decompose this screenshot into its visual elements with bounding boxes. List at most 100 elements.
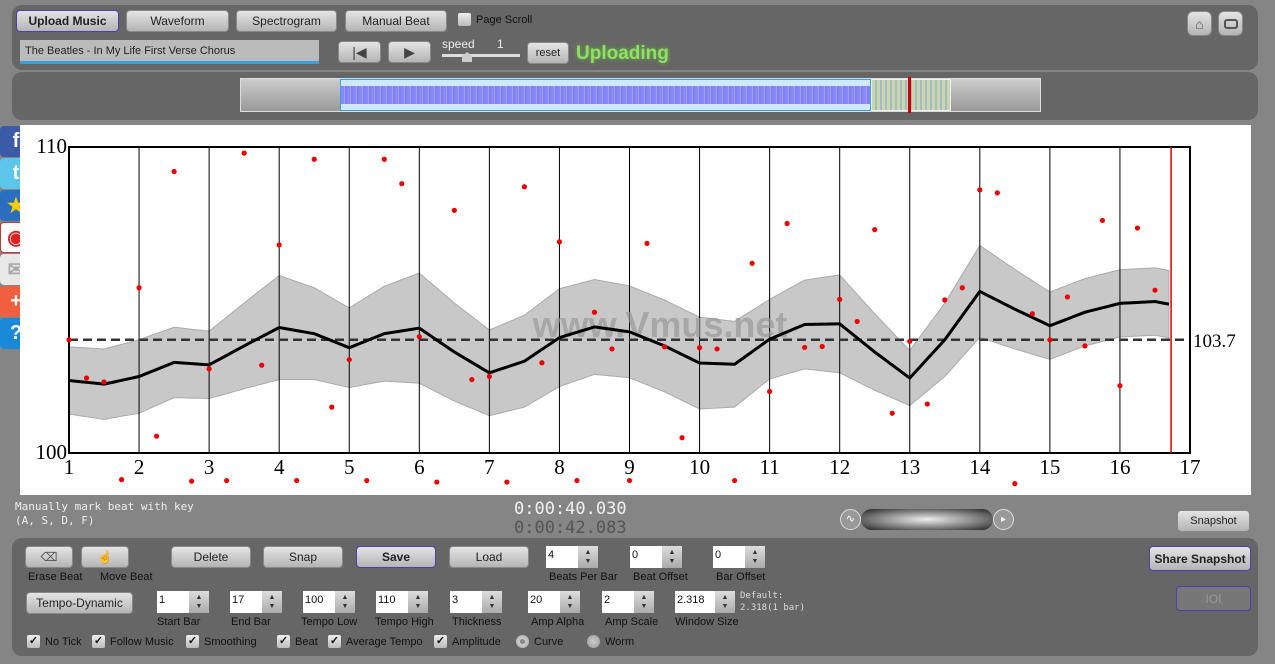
amp-scale-value[interactable]: 2 [602,591,634,613]
beat-point [259,362,265,368]
checkbox-box[interactable] [458,13,471,26]
radio-selected-icon[interactable] [516,635,529,648]
volume-slider[interactable] [861,509,993,530]
thickness-value[interactable]: 3 [450,591,482,613]
amp-scale-stepper[interactable]: 2 ▲ ▼ [602,591,654,613]
ioi-button[interactable]: IOI [1176,586,1251,611]
stepper-arrows-icon[interactable]: ▲ ▼ [560,591,580,613]
no-tick-checkbox[interactable]: ✓ No Tick [27,635,82,648]
curve-radio[interactable]: Curve [516,635,563,648]
tempo-low-stepper[interactable]: 100 ▲ ▼ [303,591,355,613]
x-tick-label: 17 [1180,455,1201,479]
overview-playhead[interactable] [908,77,911,113]
stepper-arrows-icon[interactable]: ▲ ▼ [262,591,282,613]
hint-line-1: Manually mark beat with key [15,500,194,513]
x-tick-label: 9 [624,455,635,479]
amp-alpha-stepper[interactable]: 20 ▲ ▼ [528,591,580,613]
waveform-icon[interactable]: ▸ [993,509,1014,530]
window-size-value[interactable]: 2.318 [675,591,715,613]
move-beat-button[interactable]: ☝ [81,546,129,568]
check-icon[interactable]: ✓ [92,635,105,648]
erase-beat-button[interactable]: ⌫ [25,546,73,568]
worm-radio[interactable]: Worm [587,635,634,648]
snap-button[interactable]: Snap [263,546,343,568]
check-icon[interactable]: ✓ [434,635,447,648]
save-button[interactable]: Save [356,546,436,568]
check-icon[interactable]: ✓ [27,635,40,648]
beat-point [1152,287,1158,293]
tempo-high-stepper[interactable]: 110 ▲ ▼ [376,591,428,613]
stepper-arrows-icon[interactable]: ▲ ▼ [408,591,428,613]
stepper-arrows-icon[interactable]: ▲ ▼ [482,591,502,613]
beat-point [872,227,878,233]
tempo-high-value[interactable]: 110 [376,591,408,613]
average-tempo-checkbox[interactable]: ✓ Average Tempo [328,635,423,648]
delete-button[interactable]: Delete [171,546,251,568]
overview-track[interactable] [240,77,1041,113]
default-window-value: 2.318(1 bar) [740,603,806,613]
window-size-stepper[interactable]: 2.318 ▲ ▼ [675,591,735,613]
amplitude-checkbox[interactable]: ✓ Amplitude [434,635,501,648]
smoothing-checkbox[interactable]: ✓ Smoothing [186,635,257,648]
beat-checkbox[interactable]: ✓ Beat [277,635,318,648]
beat-point [206,366,212,372]
curve-label: Curve [534,635,564,648]
waveform-button[interactable]: Waveform [126,10,229,32]
tempo-chart[interactable]: www.Vmus.net 103.71 2 3 4 5 6 7 8 9 10 11 12 13 14 15 16… [20,125,1251,495]
check-icon[interactable]: ✓ [328,635,341,648]
end-bar-value[interactable]: 17 [230,591,262,613]
stepper-arrows-icon[interactable]: ▲ ▼ [715,591,735,613]
fullscreen-button[interactable] [1218,11,1243,36]
beat-offset-stepper[interactable]: 0 ▲ ▼ [630,546,682,568]
load-button[interactable]: Load [449,546,529,568]
upload-music-button[interactable]: Upload Music [16,10,119,32]
check-icon[interactable]: ✓ [186,635,199,648]
y-tick-label: 100 [36,440,68,464]
stepper-arrows-icon[interactable]: ▲ ▼ [662,546,682,568]
stepper-arrows-icon[interactable]: ▲ ▼ [578,546,598,568]
spectrogram-button[interactable]: Spectrogram [236,10,337,32]
x-tick-label: 11 [760,455,780,479]
rewind-button[interactable]: |◀ [338,41,381,63]
stepper-arrows-icon[interactable]: ▲ ▼ [634,591,654,613]
home-button[interactable]: ⌂ [1187,11,1212,36]
radio-unselected-icon[interactable] [587,635,600,648]
manual-beat-button[interactable]: Manual Beat [345,10,447,32]
waveform-overview[interactable] [340,79,871,111]
end-bar-stepper[interactable]: 17 ▲ ▼ [230,591,282,613]
speed-slider[interactable] [442,52,520,62]
beat-point [1012,481,1018,487]
speed-reset-button[interactable]: reset [527,42,569,64]
beats-per-bar-value[interactable]: 4 [546,546,578,568]
share-snapshot-button[interactable]: Share Snapshot [1149,546,1251,571]
tempo-low-value[interactable]: 100 [303,591,335,613]
beat-point [1117,383,1123,389]
play-button[interactable]: ▶ [388,41,431,63]
beat-point [924,401,930,407]
snapshot-button[interactable]: Snapshot [1177,510,1250,532]
beat-offset-value[interactable]: 0 [630,546,662,568]
visible-window-region[interactable] [871,79,951,111]
current-time: 0:00:40.030 [514,499,627,519]
start-bar-value[interactable]: 1 [157,591,189,613]
page-scroll-label: Page Scroll [476,13,533,26]
beat-point [241,150,247,156]
start-bar-stepper[interactable]: 1 ▲ ▼ [157,591,209,613]
follow-music-checkbox[interactable]: ✓ Follow Music [92,635,174,648]
sine-wave-icon[interactable]: ∿ [840,509,861,530]
beats-per-bar-stepper[interactable]: 4 ▲ ▼ [546,546,598,568]
tempo-dynamic-button[interactable]: Tempo-Dynamic [26,592,133,614]
bar-offset-value[interactable]: 0 [713,546,745,568]
bar-offset-stepper[interactable]: 0 ▲ ▼ [713,546,765,568]
no-tick-label: No Tick [45,635,82,648]
amp-alpha-value[interactable]: 20 [528,591,560,613]
song-title-field[interactable]: The Beatles - In My Life First Verse Cho… [20,40,319,64]
stepper-arrows-icon[interactable]: ▲ ▼ [745,546,765,568]
average-tempo-label: 103.7 [1193,331,1236,352]
stepper-arrows-icon[interactable]: ▲ ▼ [189,591,209,613]
stepper-arrows-icon[interactable]: ▲ ▼ [335,591,355,613]
thickness-stepper[interactable]: 3 ▲ ▼ [450,591,502,613]
speed-slider-thumb[interactable] [462,52,472,62]
check-icon[interactable]: ✓ [277,635,290,648]
page-scroll-checkbox[interactable]: Page Scroll [458,13,532,26]
